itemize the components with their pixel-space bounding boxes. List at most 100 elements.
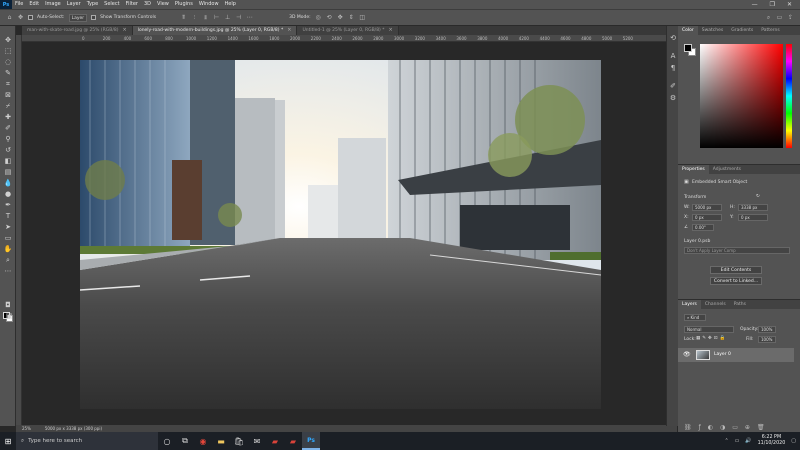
tab-gradients[interactable]: Gradients <box>727 26 757 35</box>
file-explorer-icon[interactable]: ▬ <box>212 432 230 450</box>
tab-patterns[interactable]: Patterns <box>757 26 784 35</box>
3d-slide-icon[interactable]: ⇕ <box>348 14 355 21</box>
layer-comp-dropdown[interactable]: Don't Apply Layer Comp <box>684 247 790 254</box>
tab-properties[interactable]: Properties <box>678 165 709 174</box>
adjustment-icon[interactable]: ◑ <box>720 424 725 431</box>
tab-color[interactable]: Color <box>678 26 698 35</box>
tab-document-3[interactable]: Untitled-1 @ 25% (Layer 0, RGB/8) * × <box>297 26 399 35</box>
task-view-icon[interactable]: ⧉ <box>176 432 194 450</box>
menu-filter[interactable]: Filter <box>123 0 141 9</box>
character-icon[interactable]: A <box>669 52 677 60</box>
color-picker-field[interactable] <box>700 44 783 148</box>
close-tab-icon[interactable]: × <box>287 26 291 35</box>
menu-plugins[interactable]: Plugins <box>172 0 196 9</box>
align-top-icon[interactable]: ⫪ <box>180 14 187 21</box>
history-icon[interactable]: ⟲ <box>669 34 677 42</box>
brushes-icon[interactable]: ✐ <box>669 82 677 90</box>
align-left-icon[interactable]: ⊢ <box>213 14 220 21</box>
3d-scale-icon[interactable]: ◫ <box>359 14 366 21</box>
store-icon[interactable]: 🛍 <box>230 432 248 450</box>
more-options-icon[interactable]: ⋯ <box>246 14 253 21</box>
layer-row[interactable]: 👁 Layer 0 <box>678 348 794 362</box>
eyedropper-tool-icon[interactable]: ⌿ <box>3 102 13 111</box>
notifications-icon[interactable]: ▢ <box>791 438 796 444</box>
lock-icons[interactable]: ▦✎✥⊡🔒 <box>696 336 727 341</box>
share-icon[interactable]: ⇪ <box>787 14 794 21</box>
pen-tool-icon[interactable]: ✒ <box>3 201 13 210</box>
marquee-tool-icon[interactable]: ⬚ <box>3 47 13 56</box>
path-selection-tool-icon[interactable]: ➤ <box>3 223 13 232</box>
trash-icon[interactable]: 🗑 <box>757 424 765 431</box>
volume-icon[interactable]: 🔊 <box>745 438 751 444</box>
quick-mask-icon[interactable]: ◘ <box>3 301 13 310</box>
app-icon-red-2[interactable]: ▰ <box>284 432 302 450</box>
align-bottom-icon[interactable]: ⫫ <box>202 14 209 21</box>
close-tab-icon[interactable]: × <box>122 26 126 35</box>
menu-window[interactable]: Window <box>196 0 222 9</box>
network-icon[interactable]: ▭ <box>735 438 740 444</box>
opacity-field[interactable]: 100% <box>758 326 776 333</box>
blend-mode-dropdown[interactable]: Normal <box>684 326 734 333</box>
zoom-level[interactable]: 25% <box>22 426 31 431</box>
edit-contents-button[interactable]: Edit Contents <box>710 266 762 274</box>
move-tool-icon[interactable]: ✥ <box>3 36 13 45</box>
type-tool-icon[interactable]: T <box>3 212 13 221</box>
menu-edit[interactable]: Edit <box>26 0 42 9</box>
tab-layers[interactable]: Layers <box>678 300 701 309</box>
transform-controls-checkbox[interactable] <box>91 15 97 20</box>
filter-kind-dropdown[interactable]: ⌕ Kind <box>684 314 706 321</box>
search-icon[interactable]: ⌕ <box>765 14 772 21</box>
app-icon-red-1[interactable]: ▰ <box>266 432 284 450</box>
clock[interactable]: 6:22 PM 11/10/2020 <box>758 435 786 447</box>
close-button[interactable]: ✕ <box>787 1 792 8</box>
convert-to-linked-button[interactable]: Convert to Linked... <box>710 277 762 285</box>
link-icon[interactable]: ⛓ <box>684 424 692 431</box>
rectangle-tool-icon[interactable]: ▭ <box>3 234 13 243</box>
tab-channels[interactable]: Channels <box>701 300 730 309</box>
align-right-icon[interactable]: ⊣ <box>235 14 242 21</box>
menu-type[interactable]: Type <box>84 0 101 9</box>
menu-select[interactable]: Select <box>101 0 122 9</box>
blur-tool-icon[interactable]: 💧 <box>3 179 13 188</box>
foreground-color-chip[interactable] <box>684 44 692 52</box>
tab-document-2[interactable]: lonely-road-with-modern-buildings.jpg @ … <box>132 26 298 35</box>
screen-mode-icon[interactable]: ▣ <box>4 312 14 321</box>
photoshop-taskbar-icon[interactable]: Ps <box>302 432 320 450</box>
quick-select-tool-icon[interactable]: ✎ <box>3 69 13 78</box>
menu-file[interactable]: File <box>12 0 26 9</box>
layer-name[interactable]: Layer 0 <box>714 348 731 362</box>
rotate-icon[interactable]: ↻ <box>756 194 760 199</box>
menu-help[interactable]: Help <box>222 0 239 9</box>
dodge-tool-icon[interactable]: ● <box>3 190 13 199</box>
home-icon[interactable]: ⌂ <box>6 14 13 21</box>
height-field[interactable]: 3338 px <box>738 204 768 211</box>
align-middle-icon[interactable]: ⫶ <box>191 14 198 21</box>
tab-adjustments[interactable]: Adjustments <box>709 165 745 174</box>
history-brush-tool-icon[interactable]: ↺ <box>3 146 13 155</box>
close-tab-icon[interactable]: × <box>389 26 393 35</box>
clone-stamp-tool-icon[interactable]: ⚲ <box>3 135 13 144</box>
paragraph-icon[interactable]: ¶ <box>669 64 677 72</box>
x-field[interactable]: 0 px <box>692 214 722 221</box>
chevron-up-icon[interactable]: ⌃ <box>724 438 728 444</box>
y-field[interactable]: 0 px <box>738 214 768 221</box>
healing-brush-tool-icon[interactable]: ✚ <box>3 113 13 122</box>
gradient-tool-icon[interactable]: ▤ <box>3 168 13 177</box>
clone-source-icon[interactable]: ⚙ <box>669 94 677 102</box>
frame-tool-icon[interactable]: ⊠ <box>3 91 13 100</box>
tab-document-1[interactable]: man-with-skate-road.jpg @ 25% (RGB/8) × <box>22 26 133 35</box>
more-tools-icon[interactable]: ⋯ <box>3 267 13 276</box>
3d-pan-icon[interactable]: ✥ <box>337 14 344 21</box>
width-field[interactable]: 5000 px <box>692 204 722 211</box>
hand-tool-icon[interactable]: ✋ <box>3 245 13 254</box>
menu-image[interactable]: Image <box>42 0 64 9</box>
3d-orbit-icon[interactable]: ◎ <box>315 14 322 21</box>
eraser-tool-icon[interactable]: ◧ <box>3 157 13 166</box>
windows-start-icon[interactable]: ⊞ <box>0 432 16 450</box>
chrome-icon[interactable]: ◉ <box>194 432 212 450</box>
workspace-icon[interactable]: ▭ <box>776 14 783 21</box>
hue-slider[interactable] <box>786 44 792 148</box>
zoom-tool-icon[interactable]: ⌕ <box>3 256 13 265</box>
menu-view[interactable]: View <box>154 0 172 9</box>
crop-tool-icon[interactable]: ⌗ <box>3 80 13 89</box>
